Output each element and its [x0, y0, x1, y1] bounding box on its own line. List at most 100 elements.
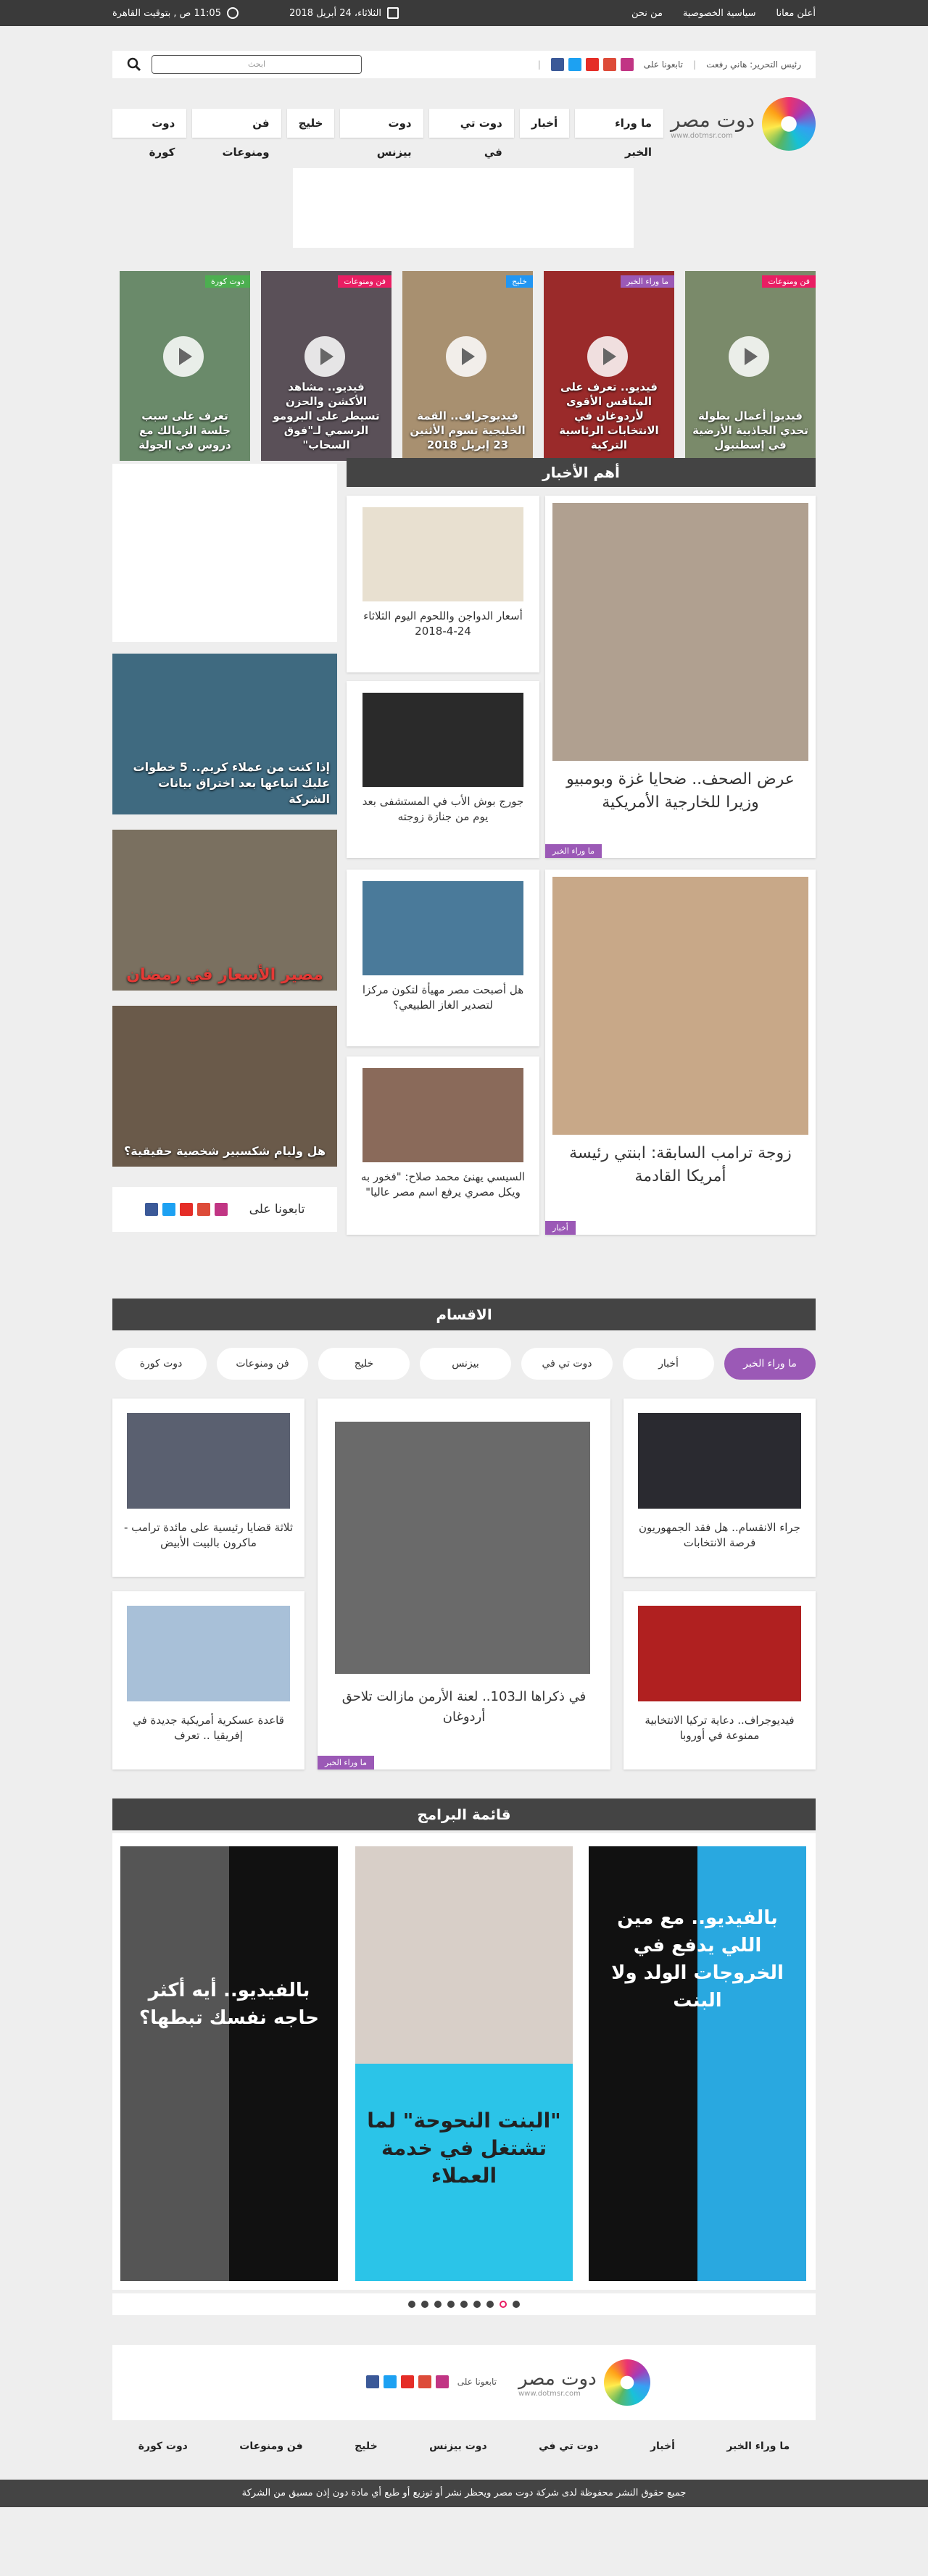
- instagram-icon[interactable]: [435, 2375, 449, 2388]
- footer-follow: تابعونا على: [279, 2372, 497, 2391]
- nav-item-dot-kora[interactable]: دوت كورة: [112, 109, 187, 159]
- footer-logo[interactable]: دوت مصر www.dotmsr.com: [518, 2359, 692, 2406]
- facebook-icon[interactable]: [365, 2375, 379, 2388]
- nav-item-dot-business[interactable]: دوت بيزنس: [340, 109, 423, 159]
- tab-news[interactable]: أخبار: [623, 1348, 714, 1380]
- logo-mark-icon: [603, 2359, 650, 2406]
- clock-icon: [226, 7, 239, 19]
- pager-dot[interactable]: [486, 2301, 494, 2308]
- program-title: بالفيديو.. أيه أكثر حاجه نفسك تبطها؟: [139, 1980, 319, 2029]
- tab-arts[interactable]: فن ومنوعات: [217, 1348, 308, 1380]
- facebook-icon[interactable]: [550, 58, 564, 71]
- main-news-card[interactable]: زوجة ترامب السابقة: ابنتي رئيسة أمريكا ا…: [545, 870, 816, 1235]
- section-card[interactable]: ثلاثة قضايا رئيسية على مائدة ترامب - ماك…: [112, 1399, 304, 1577]
- small-news-card[interactable]: السيسي يهنئ محمد صلاح: "فخور به ويكل مصر…: [347, 1056, 539, 1235]
- small-news-card[interactable]: جورج بوش الأب في المستشفى بعد يوم من جنا…: [347, 681, 539, 858]
- sections-heading: الاقسام: [112, 1299, 816, 1330]
- nav-item-news[interactable]: أخبار: [519, 109, 570, 138]
- side-article[interactable]: إذا كنت من عملاء كريم.. 5 خطوات عليك اتب…: [112, 654, 337, 814]
- section-main-card[interactable]: في ذكراها الـ103.. لعنة الأرمن مازالت تل…: [318, 1399, 610, 1770]
- instagram-icon[interactable]: [620, 58, 634, 71]
- site-logo[interactable]: دوت مصر www.dotmsr.com: [671, 97, 816, 151]
- pager-dot[interactable]: [513, 2301, 520, 2308]
- side-ad[interactable]: [112, 464, 337, 642]
- side-article[interactable]: هل وليام شكسبير شخصية حقيقية؟: [112, 1006, 337, 1167]
- news-image: [362, 507, 523, 601]
- youtube-icon[interactable]: [179, 1203, 193, 1216]
- privacy-link[interactable]: سياسية الخصوصية: [683, 8, 756, 19]
- side-article[interactable]: مصير الأسعار في رمضان: [112, 830, 337, 991]
- main-nav: ما وراء الخبر أخبار دوت تي في دوت بيزنس …: [112, 109, 663, 159]
- pager-dot[interactable]: [408, 2301, 415, 2308]
- advertise-link[interactable]: أعلن معانا: [776, 8, 816, 19]
- video-card[interactable]: فن ومنوعات فيديو.. مشاهد الأكشن والحزن ت…: [261, 271, 392, 461]
- pager-dot[interactable]: [473, 2301, 481, 2308]
- nav-item-behind-news[interactable]: ما وراء الخبر: [575, 109, 663, 159]
- footer-nav-item[interactable]: ما وراء الخبر: [726, 2440, 790, 2467]
- video-card[interactable]: فن ومنوعات فيديو| أعمال بطولة تحدي الجاذ…: [685, 271, 816, 461]
- play-icon[interactable]: [446, 336, 486, 377]
- small-news-card[interactable]: هل أصبحت مصر مهيأة لتكون مركزا لتصدير ال…: [347, 870, 539, 1046]
- footer-nav-item[interactable]: فن ومنوعات: [239, 2440, 302, 2467]
- search-icon[interactable]: [127, 57, 141, 72]
- video-card[interactable]: خليج فيديوجراف.. القمة الخليجية تسوم الأ…: [402, 271, 533, 461]
- youtube-icon[interactable]: [585, 58, 599, 71]
- nav-item-gulf[interactable]: خليج: [286, 109, 335, 138]
- footer-nav-item[interactable]: خليج: [355, 2440, 378, 2467]
- section-card[interactable]: قاعدة عسكرية أمريكية جديدة في إفريقيا ..…: [112, 1591, 304, 1770]
- pager-dot[interactable]: [434, 2301, 442, 2308]
- footer-nav-item[interactable]: دوت تي في: [539, 2440, 598, 2467]
- video-card[interactable]: ما وراء الخبر فيديو.. تعرف على المنافس ا…: [544, 271, 674, 461]
- category-tag[interactable]: ما وراء الخبر: [318, 1756, 374, 1770]
- pager-dot[interactable]: [421, 2301, 428, 2308]
- news-image: [638, 1413, 801, 1509]
- tab-business[interactable]: بيزنس: [420, 1348, 511, 1380]
- tab-dot-tv[interactable]: دوت تي في: [521, 1348, 613, 1380]
- about-link[interactable]: من نحن: [631, 8, 663, 19]
- tab-gulf[interactable]: خليج: [318, 1348, 410, 1380]
- news-image: [127, 1606, 290, 1701]
- facebook-icon[interactable]: [144, 1203, 158, 1216]
- video-card[interactable]: دوت كورة تعرف على سبب جلسة الزمالك مع در…: [120, 271, 250, 461]
- nav-item-arts[interactable]: فن ومنوعات: [192, 109, 281, 159]
- small-news-card[interactable]: أسعار الدواجن واللحوم اليوم الثلاثاء 24-…: [347, 496, 539, 672]
- tab-behind-news[interactable]: ما وراء الخبر: [724, 1348, 816, 1380]
- play-icon[interactable]: [587, 336, 628, 377]
- program-card[interactable]: بالفيديو.. أيه أكثر حاجه نفسك تبطها؟: [120, 1846, 338, 2281]
- section-card[interactable]: جراء الانقسام.. هل فقد الجمهوريون فرصة ا…: [624, 1399, 816, 1577]
- play-icon[interactable]: [163, 336, 204, 377]
- footer-box: دوت مصر www.dotmsr.com تابعونا على: [112, 2345, 816, 2420]
- pager-dot-active[interactable]: [500, 2301, 507, 2308]
- news-image: [335, 1422, 590, 1674]
- category-tag[interactable]: ما وراء الخبر: [545, 844, 602, 858]
- play-icon[interactable]: [304, 336, 345, 377]
- main-news-card[interactable]: عرض الصحف.. ضحايا غزة وبومبيو وزيرا للخا…: [545, 496, 816, 858]
- nav-item-dot-tv[interactable]: دوت تي في: [428, 109, 514, 159]
- instagram-icon[interactable]: [214, 1203, 228, 1216]
- tab-dot-kora[interactable]: دوت كورة: [115, 1348, 207, 1380]
- twitter-icon[interactable]: [162, 1203, 175, 1216]
- twitter-icon[interactable]: [383, 2375, 397, 2388]
- google-plus-icon[interactable]: [196, 1203, 210, 1216]
- pager-dot[interactable]: [447, 2301, 455, 2308]
- news-title: عرض الصحف.. ضحايا غزة وبومبيو وزيرا للخا…: [566, 770, 795, 812]
- section-card[interactable]: فيديوجراف.. دعاية تركيا الانتخابية ممنوع…: [624, 1591, 816, 1770]
- youtube-icon[interactable]: [400, 2375, 414, 2388]
- footer-nav-item[interactable]: دوت كورة: [138, 2440, 188, 2467]
- pager-dot[interactable]: [460, 2301, 468, 2308]
- news-title: ثلاثة قضايا رئيسية على مائدة ترامب - ماك…: [123, 1521, 294, 1549]
- ad-banner[interactable]: [293, 168, 634, 248]
- follow-label: تابعونا على: [457, 2377, 497, 2387]
- program-card[interactable]: "البنت النحوحة" لما تشتغل في خدمة العملا…: [355, 1846, 573, 2281]
- twitter-icon[interactable]: [568, 58, 581, 71]
- category-tag[interactable]: أخبار: [545, 1221, 576, 1235]
- program-card[interactable]: بالفيديو.. مع مين اللي يدفع في الخروجات …: [589, 1846, 806, 2281]
- google-plus-icon[interactable]: [418, 2375, 431, 2388]
- news-image: [552, 877, 808, 1135]
- google-plus-icon[interactable]: [602, 58, 616, 71]
- play-icon[interactable]: [729, 336, 769, 377]
- current-date: الثلاثاء، 24 أبريل 2018: [289, 7, 382, 19]
- footer-nav-item[interactable]: أخبار: [650, 2440, 675, 2467]
- search-input[interactable]: ابحث: [152, 55, 362, 74]
- footer-nav-item[interactable]: دوت بيزنس: [429, 2440, 487, 2467]
